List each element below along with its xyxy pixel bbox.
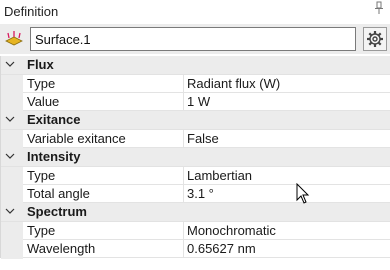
- category-label: Spectrum: [27, 204, 87, 219]
- chevron-down-icon[interactable]: [5, 204, 15, 218]
- property-key: Variable exitance: [27, 131, 126, 146]
- panel-title: Definition: [4, 4, 59, 19]
- property-key: Type: [27, 76, 56, 91]
- category-intensity[interactable]: Intensity: [1, 148, 390, 167]
- property-row[interactable]: Type Monochromatic: [1, 222, 390, 241]
- chevron-down-icon[interactable]: [5, 57, 15, 71]
- property-key: Wavelength: [27, 241, 96, 256]
- gear-icon: [367, 31, 383, 47]
- property-value[interactable]: Monochromatic: [187, 223, 276, 238]
- category-label: Flux: [27, 57, 54, 72]
- surface-source-icon: [5, 30, 23, 48]
- chevron-down-icon[interactable]: [5, 112, 15, 126]
- property-key: Type: [27, 168, 56, 183]
- chevron-down-icon[interactable]: [5, 149, 15, 163]
- property-row[interactable]: Total angle 3.1 °: [1, 185, 390, 204]
- property-value[interactable]: False: [187, 131, 219, 146]
- mouse-cursor-icon: [296, 183, 310, 204]
- property-row[interactable]: Wavelength 0.65627 nm: [1, 240, 390, 259]
- property-value[interactable]: 0.65627 nm: [187, 241, 256, 256]
- property-row[interactable]: Variable exitance False: [1, 130, 390, 149]
- property-grid: Flux Type Radiant flux (W) Value 1 W Exi…: [0, 56, 390, 259]
- property-row[interactable]: Value 1 W: [1, 93, 390, 112]
- property-row[interactable]: Type Lambertian: [1, 167, 390, 186]
- category-label: Intensity: [27, 149, 81, 164]
- category-exitance[interactable]: Exitance: [1, 111, 390, 130]
- pin-icon[interactable]: [374, 1, 384, 18]
- property-key: Total angle: [27, 186, 90, 201]
- settings-button[interactable]: [363, 27, 387, 51]
- category-label: Exitance: [27, 112, 81, 127]
- category-spectrum[interactable]: Spectrum: [1, 203, 390, 222]
- property-value[interactable]: 1 W: [187, 94, 210, 109]
- property-value[interactable]: Lambertian: [187, 168, 252, 183]
- property-row[interactable]: Type Radiant flux (W): [1, 75, 390, 94]
- object-name-bar: [0, 24, 390, 54]
- property-key: Type: [27, 223, 56, 238]
- panel-titlebar: Definition: [0, 0, 390, 22]
- property-value[interactable]: Radiant flux (W): [187, 76, 280, 91]
- object-name-input[interactable]: [30, 27, 356, 51]
- property-key: Value: [27, 94, 60, 109]
- property-value[interactable]: 3.1 °: [187, 186, 214, 201]
- category-flux[interactable]: Flux: [1, 56, 390, 75]
